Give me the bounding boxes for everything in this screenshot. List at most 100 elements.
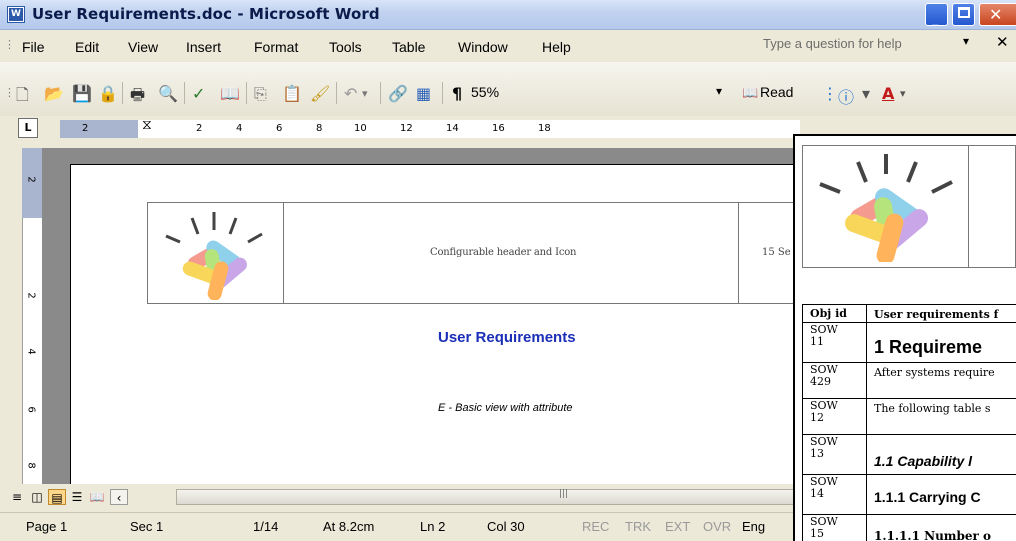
toolbar-separator: [122, 82, 123, 104]
document-close-icon[interactable]: ✕: [996, 33, 1009, 51]
menu-tools[interactable]: Tools: [329, 39, 362, 55]
header-table-divider: [283, 202, 284, 304]
ruler-label: 8: [316, 123, 323, 134]
overlay-row-text: 1.1.1.1 Number o: [874, 529, 992, 541]
paste-icon[interactable]: 📋: [282, 84, 302, 103]
help-search-input[interactable]: Type a question for help: [763, 36, 902, 51]
normal-view-icon[interactable]: ≡: [8, 489, 26, 505]
overlay-row-id: SOW 11: [810, 323, 838, 348]
overlay-row-id: SOW 12: [810, 399, 838, 424]
research-icon[interactable]: 📖: [220, 84, 240, 103]
minimize-icon: _: [932, 12, 939, 27]
overlay-row-id: SOW 14: [810, 475, 838, 500]
status-ext[interactable]: EXT: [665, 519, 690, 534]
insert-table-icon[interactable]: ▦: [416, 84, 431, 103]
menu-file[interactable]: File: [22, 39, 45, 55]
close-button[interactable]: ✕: [979, 3, 1016, 26]
web-layout-view-icon[interactable]: ◫: [28, 489, 46, 505]
reading-layout-view-icon[interactable]: 📖: [88, 489, 106, 505]
ruler-label: 4: [236, 123, 243, 134]
header-table-divider: [738, 202, 739, 304]
header-text: Configurable header and Icon: [430, 247, 577, 258]
word-app-icon[interactable]: W: [7, 6, 25, 23]
scroll-left-icon[interactable]: ‹: [110, 489, 128, 505]
toolbar-options-icon[interactable]: ⋮: [822, 84, 838, 103]
toolbar-dropdown-icon[interactable]: ▾: [862, 84, 870, 103]
outline-view-icon[interactable]: ☰: [68, 489, 86, 505]
menu-view[interactable]: View: [128, 39, 158, 55]
ruler-label: 18: [538, 123, 551, 134]
status-page: Page 1: [26, 519, 68, 534]
status-page-count: 1/14: [253, 519, 279, 534]
close-icon: ✕: [989, 5, 1003, 24]
horizontal-scrollbar[interactable]: |||: [176, 489, 800, 505]
status-line: Ln 2: [420, 519, 446, 534]
status-trk[interactable]: TRK: [625, 519, 651, 534]
zoom-area: 55%: [471, 82, 621, 104]
menu-format[interactable]: Format: [254, 39, 298, 55]
menu-edit[interactable]: Edit: [75, 39, 99, 55]
status-position: At 8.2cm: [323, 519, 375, 534]
toolbar-separator: [246, 82, 247, 104]
minimize-button[interactable]: _: [925, 3, 948, 27]
status-rec[interactable]: REC: [582, 519, 609, 534]
document-subtitle: E - Basic view with attribute: [438, 402, 573, 414]
menu-grip-icon: ⋮: [4, 38, 15, 51]
print-preview-icon[interactable]: 🔍: [158, 84, 178, 103]
word-window: W User Requirements.doc - Microsoft Word…: [0, 0, 1016, 541]
zoom-value[interactable]: 55%: [471, 84, 499, 100]
status-language: Eng: [742, 519, 766, 534]
menu-insert[interactable]: Insert: [186, 39, 221, 55]
spelling-icon[interactable]: ✓: [192, 84, 205, 103]
zoomed-logo-icon: [819, 154, 953, 262]
toolbar-separator: [380, 82, 381, 104]
maximize-button[interactable]: [952, 3, 975, 26]
toolbar-separator: [442, 82, 443, 104]
new-document-icon[interactable]: 🗋: [16, 84, 29, 111]
horizontal-ruler[interactable]: [60, 120, 800, 138]
ruler-margin: [60, 120, 138, 138]
menu-help[interactable]: Help: [542, 39, 571, 55]
format-painter-icon[interactable]: 🖌: [310, 84, 330, 103]
scroll-thumb-grip[interactable]: |||: [559, 489, 568, 499]
undo-dropdown-icon[interactable]: ▾: [362, 87, 368, 100]
hyperlink-icon[interactable]: 🔗: [388, 84, 408, 103]
copy-icon[interactable]: ⎘: [254, 84, 267, 104]
menu-table[interactable]: Table: [392, 39, 425, 55]
overlay-table-row: [802, 304, 1016, 305]
ruler-label: 16: [492, 123, 505, 134]
window-title: User Requirements.doc - Microsoft Word: [32, 5, 380, 23]
show-hide-paragraph-icon[interactable]: ¶: [452, 84, 462, 103]
info-icon[interactable]: ⓘ: [838, 84, 854, 108]
toolbar-separator: [336, 82, 337, 104]
vertical-ruler-margin: [22, 148, 42, 218]
ruler-label: 2: [196, 123, 203, 134]
overlay-table-border: [802, 304, 803, 541]
read-button[interactable]: Read: [760, 84, 793, 100]
font-color-icon[interactable]: A: [882, 84, 894, 103]
print-layout-view-icon[interactable]: ▤: [48, 489, 66, 505]
app-icon-letter: W: [9, 8, 23, 21]
overlay-row-id: SOW 13: [810, 435, 838, 460]
read-icon: 📖: [742, 86, 759, 101]
font-color-dropdown-icon[interactable]: ▾: [900, 87, 906, 100]
zoom-dropdown-icon[interactable]: ▾: [716, 84, 722, 98]
ruler-label: 6: [276, 123, 283, 134]
indent-marker-icon[interactable]: ⧖: [142, 117, 152, 133]
maximize-icon: [958, 7, 970, 18]
overlay-row-id: SOW 15: [810, 515, 838, 540]
status-ovr[interactable]: OVR: [703, 519, 731, 534]
vruler-label: 2: [25, 292, 37, 299]
menu-window[interactable]: Window: [458, 39, 508, 55]
open-folder-icon[interactable]: 📂: [44, 84, 64, 103]
title-bar: W User Requirements.doc - Microsoft Word…: [0, 0, 1016, 30]
undo-icon[interactable]: ↶: [344, 84, 357, 103]
permission-icon[interactable]: 🔒: [98, 84, 118, 103]
print-icon[interactable]: 🖶: [130, 84, 145, 111]
document-title: User Requirements: [438, 329, 576, 346]
ruler-label: 10: [354, 123, 367, 134]
save-icon[interactable]: 💾: [72, 84, 92, 103]
ruler-label: 2: [82, 123, 89, 134]
tab-selector-button[interactable]: L: [18, 118, 38, 138]
help-dropdown-icon[interactable]: ▾: [963, 34, 969, 48]
